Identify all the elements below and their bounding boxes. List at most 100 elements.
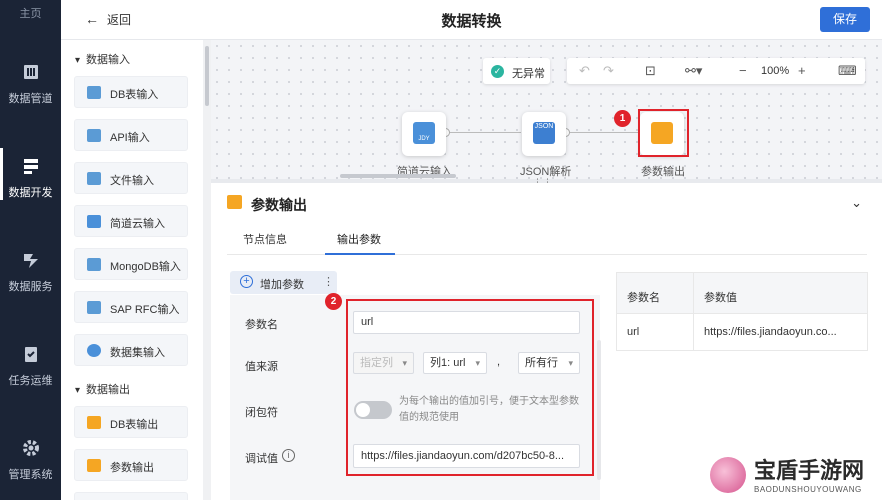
component-param-output[interactable]: 参数输出 <box>74 449 188 481</box>
nav-label: 任务运维 <box>8 375 53 387</box>
top-bar: ← 返回 数据转换 保存 <box>61 0 882 40</box>
component-sidebar: 数据输入 DB表输入 API输入 文件输入 简道云输入 MongoDB输入 SA… <box>61 40 203 500</box>
param-table: 参数名 参数值 url https://files.jiandaoyun.co.… <box>616 272 868 351</box>
save-button[interactable]: 保存 <box>820 7 870 32</box>
node-json-parse[interactable]: JSON <box>522 112 566 156</box>
param-output-icon <box>227 195 242 209</box>
arrow-left-icon: ← <box>85 11 99 27</box>
component-sap-input[interactable]: SAP RFC输入 <box>74 291 188 323</box>
nav-label: 管理系统 <box>8 469 53 481</box>
page-title: 数据转换 <box>441 13 502 30</box>
sap-icon <box>87 301 101 314</box>
form-scrollbar[interactable] <box>597 340 601 480</box>
more-icon[interactable]: ⋮ <box>323 275 334 288</box>
scroll-thumb[interactable] <box>205 46 209 106</box>
node-jdy-input[interactable]: JDY <box>402 112 446 156</box>
component-dataset-input[interactable]: 数据集输入 <box>74 334 188 366</box>
table-header-value: 参数值 <box>694 273 867 313</box>
undo-icon[interactable]: ↶ <box>579 63 590 79</box>
component-label: MongoDB输入 <box>110 261 181 273</box>
component-label: 简道云输入 <box>110 218 165 230</box>
jdy-icon: JDY <box>413 122 435 144</box>
label-param-name: 参数名 <box>245 319 278 331</box>
canvas-toolbar: ↶ ↷ ⊡ ⚯▾ − 100% + ⌨ <box>567 58 865 84</box>
tab-output-params[interactable]: 输出参数 <box>337 231 381 247</box>
zoom-in-icon[interactable]: + <box>798 63 806 78</box>
mongodb-icon <box>87 258 101 271</box>
component-label: DB表输出 <box>110 419 159 431</box>
tab-indicator <box>325 253 395 255</box>
json-icon: JSON <box>533 122 555 144</box>
nav-item-dev[interactable]: 数据开发 <box>0 148 61 200</box>
table-cell: url <box>617 313 694 351</box>
add-param-label: 增加参数 <box>260 279 304 291</box>
redo-icon[interactable]: ↷ <box>603 63 614 79</box>
file-icon <box>87 172 101 185</box>
sidebar-scrollbar[interactable] <box>203 40 211 500</box>
dev-icon <box>23 159 38 174</box>
dataset-icon <box>87 344 101 357</box>
watermark-logo <box>710 457 746 493</box>
zoom-out-icon[interactable]: − <box>739 63 747 78</box>
nav-item-ops[interactable]: 任务运维 <box>0 344 61 388</box>
node-label: 参数输出 <box>641 166 685 178</box>
component-label: 参数输出 <box>110 462 154 474</box>
nav-item-pipeline[interactable]: 数据管道 <box>0 62 61 106</box>
nav-label: 数据服务 <box>8 281 53 293</box>
fit-view-icon[interactable]: ⊡ <box>645 63 656 79</box>
layout-icon[interactable]: ⚯▾ <box>685 63 702 79</box>
component-label: 文件输入 <box>110 175 154 187</box>
step-badge-2: 2 <box>325 293 342 310</box>
label-debug-value: 调试值 <box>245 453 278 465</box>
connector-line <box>566 132 639 133</box>
highlight-box-1 <box>638 109 689 157</box>
gear-icon <box>22 440 39 456</box>
component-db-output[interactable]: DB表输出 <box>74 406 188 438</box>
table-cell: https://files.jiandaoyun.co... <box>694 313 867 351</box>
connector-line <box>446 132 521 133</box>
nav-item-admin[interactable]: 管理系统 <box>0 438 61 482</box>
api-icon <box>87 129 101 142</box>
plus-icon: + <box>240 275 253 288</box>
service-icon <box>23 254 38 268</box>
nav-item-service[interactable]: 数据服务 <box>0 250 61 294</box>
param-output-icon <box>87 459 101 472</box>
component-label: API输入 <box>110 132 150 144</box>
highlight-box-2 <box>346 299 594 476</box>
component-label: DB表输入 <box>110 89 159 101</box>
keyboard-icon[interactable]: ⌨ <box>838 63 857 79</box>
panel-title: 参数输出 <box>251 197 307 213</box>
component-db-input[interactable]: DB表输入 <box>74 76 188 108</box>
panel-tabs: 节点信息 输出参数 <box>227 223 867 255</box>
status-indicator: ✓ 无异常 <box>483 58 550 84</box>
canvas-hscrollbar[interactable] <box>340 174 456 178</box>
pipeline-icon <box>23 65 38 79</box>
component-jdy-input[interactable]: 简道云输入 <box>74 205 188 237</box>
component-label: SAP RFC输入 <box>110 304 180 316</box>
db-icon <box>87 86 101 99</box>
back-label: 返回 <box>107 13 132 27</box>
nav-label: 数据管道 <box>8 93 53 105</box>
component-file-input[interactable]: 文件输入 <box>74 162 188 194</box>
chevron-down-icon[interactable]: ⌄ <box>851 195 862 211</box>
back-button[interactable]: ← 返回 <box>85 11 131 28</box>
zoom-level: 100% <box>761 65 790 77</box>
nav-label: 数据开发 <box>8 187 53 199</box>
group-output-header[interactable]: 数据输出 <box>75 381 130 397</box>
main-nav: 主页 数据管道 数据开发 数据服务 任务运维 管理系统 <box>0 0 61 500</box>
component-mongodb-input[interactable]: MongoDB输入 <box>74 248 188 280</box>
nav-home[interactable]: 主页 <box>0 0 61 28</box>
info-icon[interactable]: i <box>282 449 295 462</box>
check-icon: ✓ <box>491 65 504 78</box>
db-output-icon <box>87 416 101 429</box>
tab-node-info[interactable]: 节点信息 <box>243 231 287 247</box>
component-label: 数据集输入 <box>110 347 165 359</box>
watermark-subtext: BAODUNSHOUYOUWANG <box>754 485 862 494</box>
step-badge-1: 1 <box>614 110 631 127</box>
jdy-icon <box>87 215 101 228</box>
component-more[interactable] <box>74 492 188 500</box>
watermark: 宝盾手游网 BAODUNSHOUYOUWANG <box>706 453 882 500</box>
add-param-button[interactable]: + 增加参数 ⋮ <box>230 271 337 294</box>
group-input-header[interactable]: 数据输入 <box>75 51 130 67</box>
component-api-input[interactable]: API输入 <box>74 119 188 151</box>
